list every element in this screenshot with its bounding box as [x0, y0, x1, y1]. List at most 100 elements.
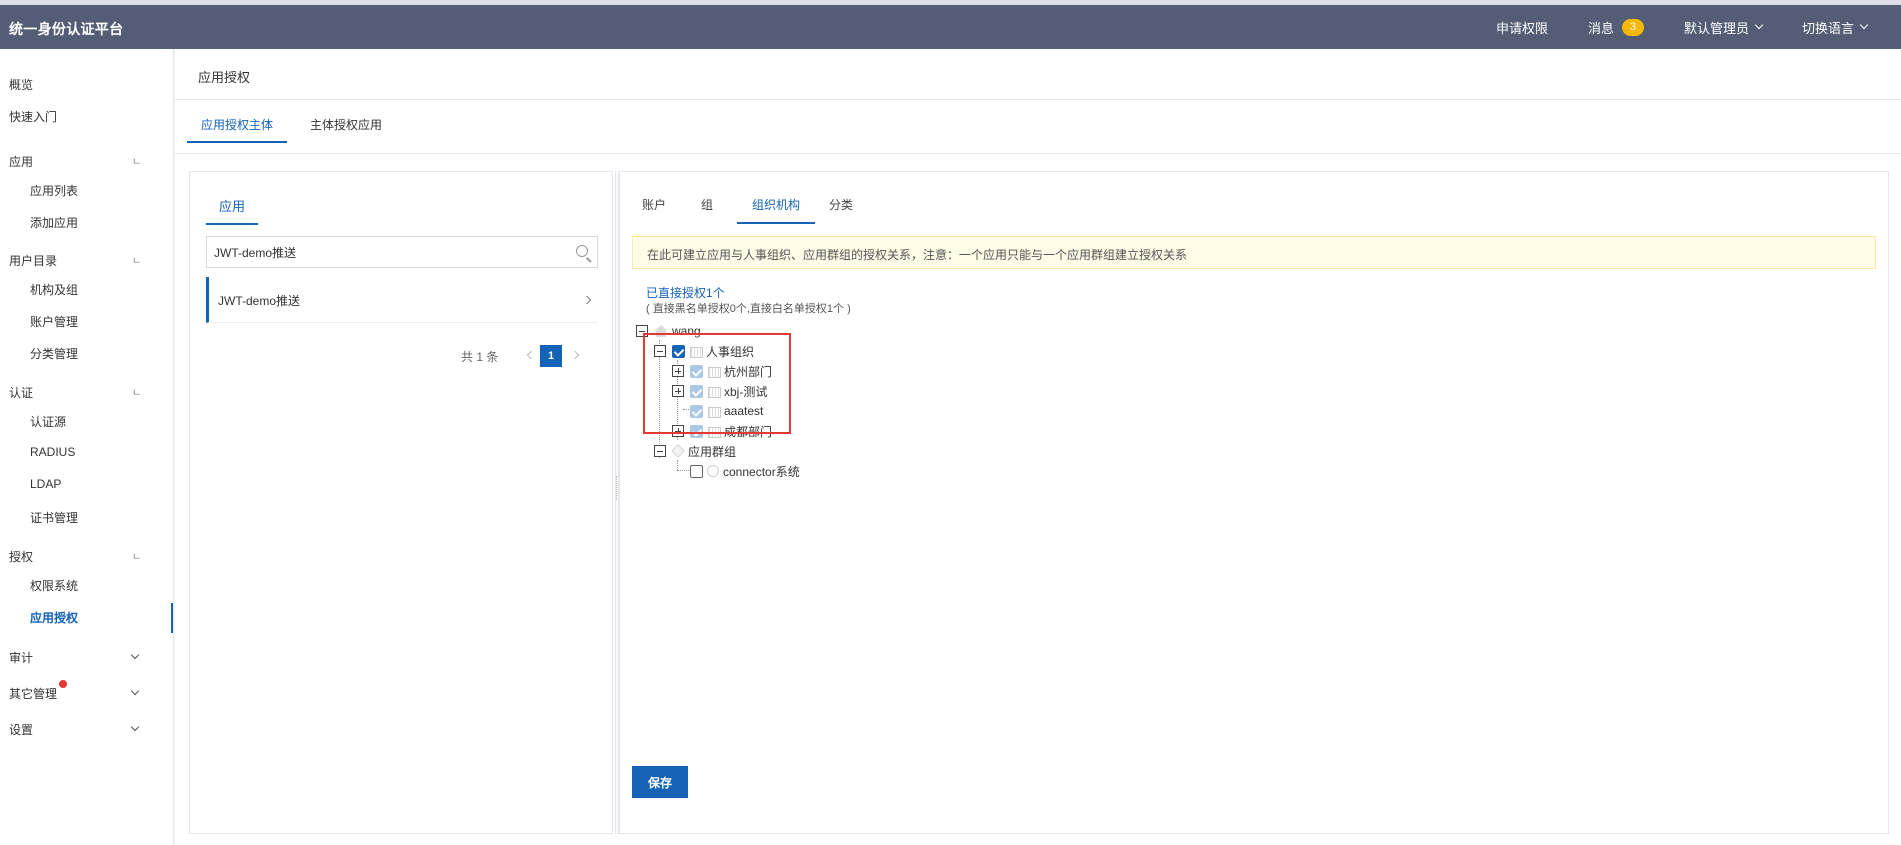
sidebar-item-cert-mgmt[interactable]: 证书管理 [30, 509, 78, 526]
chevron-down-icon[interactable] [130, 650, 140, 660]
collapse-icon[interactable]: ㄴ [132, 548, 141, 563]
collapse-toggle-icon[interactable] [654, 445, 666, 457]
tree-line [677, 460, 678, 470]
org-checkbox[interactable] [690, 424, 703, 438]
org-checkbox[interactable] [672, 344, 685, 358]
sidebar-item-permission-system[interactable]: 权限系统 [30, 577, 78, 594]
tree-node-label[interactable]: 人事组织 [706, 343, 754, 360]
org-checkbox[interactable] [690, 364, 703, 378]
chevron-down-icon[interactable] [130, 686, 140, 696]
app-search-input[interactable] [207, 237, 567, 267]
sidebar-group-apps[interactable]: 应用 [9, 153, 33, 170]
sidebar-group-authorization[interactable]: 授权 [9, 548, 33, 565]
tree-node-label[interactable]: wang [672, 324, 701, 338]
org-checkbox[interactable] [690, 384, 703, 398]
tree-node-label[interactable]: 成都部门 [724, 423, 772, 440]
app-name: JWT-demo推送 [218, 294, 301, 308]
apply-permission-link[interactable]: 申请权限 [1476, 5, 1568, 49]
list-item[interactable]: JWT-demo推送 [206, 277, 598, 323]
tab-applications[interactable]: 应用 [206, 196, 259, 225]
main-content: 应用授权 应用授权主体 主体授权应用 应用 JWT-demo推送 共 1 条 1… [175, 49, 1901, 845]
divider [175, 99, 1901, 100]
sidebar-item-auth-source[interactable]: 认证源 [30, 413, 66, 430]
chevron-down-icon[interactable] [130, 722, 140, 732]
drag-handle-icon[interactable] [616, 476, 618, 500]
language-label: 切换语言 [1801, 20, 1854, 36]
tree-node-label[interactable]: 应用群组 [688, 443, 736, 460]
organization-icon [707, 405, 721, 418]
tree-node-root: wang [636, 322, 701, 340]
tree-node-org: 人事组织 [654, 342, 754, 360]
pagination: 共 1 条 1 [461, 345, 591, 367]
chevron-down-icon [1859, 20, 1869, 30]
user-label: 默认管理员 [1683, 20, 1749, 36]
organization-icon [707, 425, 721, 438]
tab-account[interactable]: 账户 [642, 196, 666, 222]
expand-toggle-icon[interactable] [672, 365, 684, 377]
sidebar-item-category-mgmt[interactable]: 分类管理 [30, 345, 78, 362]
chevron-down-icon [1754, 20, 1764, 30]
top-header: 统一身份认证平台 申请权限 消息 3 默认管理员 切换语言 [0, 5, 1901, 49]
collapse-toggle-icon[interactable] [636, 325, 648, 337]
app-search-box [206, 236, 598, 268]
tab-subject-app[interactable]: 主体授权应用 [310, 116, 382, 141]
tree-node-label[interactable]: xbj-测试 [724, 383, 767, 400]
expand-toggle-icon[interactable] [672, 385, 684, 397]
sidebar-item-account-mgmt[interactable]: 账户管理 [30, 313, 78, 330]
tree-node-org-child: 成都部门 [672, 422, 772, 440]
sidebar-item-add-app[interactable]: 添加应用 [30, 214, 78, 231]
authorized-count-detail: ( 直接黑名单授权0个,直接白名单授权1个 ) [646, 303, 851, 315]
messages-link[interactable]: 消息 3 [1568, 5, 1664, 49]
tree-node-app-group: 应用群组 [654, 442, 736, 460]
chevron-right-icon[interactable] [570, 350, 580, 360]
authorized-count-link[interactable]: 已直接授权1个 [646, 284, 725, 301]
chevron-left-icon[interactable] [526, 350, 536, 360]
tree-line [677, 470, 689, 471]
sidebar-group-other-mgmt[interactable]: 其它管理 [9, 685, 57, 702]
app-list-panel: 应用 JWT-demo推送 共 1 条 1 [189, 171, 613, 834]
tab-category[interactable]: 分类 [829, 196, 853, 222]
sidebar-item-quick-start[interactable]: 快速入门 [9, 108, 57, 125]
messages-badge: 3 [1621, 18, 1644, 36]
tree-node-app-group-child: connector系统 [690, 462, 800, 480]
collapse-icon[interactable]: ㄴ [132, 252, 141, 267]
user-menu[interactable]: 默认管理员 [1664, 5, 1782, 49]
header-nav: 申请权限 消息 3 默认管理员 切换语言 [1476, 5, 1887, 49]
tree-node-label[interactable]: connector系统 [723, 463, 800, 480]
collapse-icon[interactable]: ㄴ [132, 384, 141, 399]
sidebar-item-app-list[interactable]: 应用列表 [30, 182, 78, 199]
collapse-icon[interactable]: ㄴ [132, 153, 141, 168]
tree-node-label[interactable]: aaatest [724, 404, 763, 418]
page-number-button[interactable]: 1 [540, 345, 562, 367]
language-menu[interactable]: 切换语言 [1782, 5, 1887, 49]
sidebar-item-overview[interactable]: 概览 [9, 76, 33, 93]
sidebar-item-org-group[interactable]: 机构及组 [30, 281, 78, 298]
sidebar-item-ldap[interactable]: LDAP [30, 477, 61, 491]
org-checkbox[interactable] [690, 404, 703, 418]
sidebar-group-audit[interactable]: 审计 [9, 649, 33, 666]
notification-dot [59, 680, 67, 688]
messages-label: 消息 [1587, 20, 1614, 36]
active-item-marker [171, 603, 173, 633]
sidebar-item-radius[interactable]: RADIUS [30, 445, 75, 459]
sidebar-group-auth[interactable]: 认证 [9, 384, 33, 401]
tab-organization[interactable]: 组织机构 [737, 196, 816, 224]
tree-node-label[interactable]: 杭州部门 [724, 363, 772, 380]
organization-icon [707, 385, 721, 398]
apply-permission-label: 申请权限 [1495, 20, 1548, 36]
search-icon[interactable] [576, 245, 588, 257]
organization-icon [689, 345, 703, 358]
app-group-checkbox[interactable] [690, 464, 703, 478]
tab-app-subject[interactable]: 应用授权主体 [187, 116, 288, 143]
home-icon [654, 324, 668, 338]
collapse-toggle-icon[interactable] [654, 345, 666, 357]
tab-group[interactable]: 组 [701, 196, 713, 222]
sidebar-item-app-authorization[interactable]: 应用授权 [30, 609, 78, 626]
org-tree: wang 人事组织 杭州部门 xbj-测试 aaatest 成都部门 应用群组 … [632, 322, 1232, 502]
save-button[interactable]: 保存 [632, 766, 688, 798]
expand-toggle-icon[interactable] [672, 425, 684, 437]
platform-title: 统一身份认证平台 [9, 21, 124, 37]
sidebar-group-directory[interactable]: 用户目录 [9, 252, 57, 269]
chevron-right-icon [582, 295, 592, 305]
sidebar-group-settings[interactable]: 设置 [9, 721, 33, 738]
